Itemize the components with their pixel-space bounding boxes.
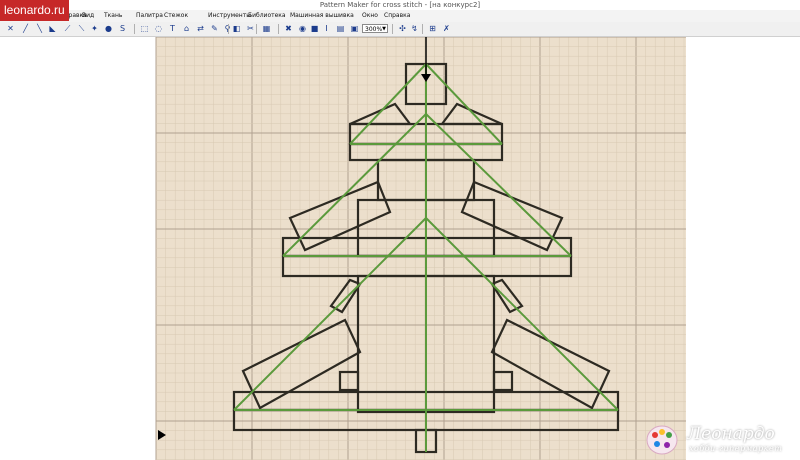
toolbar-separator [228, 24, 229, 34]
toolbar-separator [134, 24, 135, 34]
menu-palette[interactable]: Палитра [136, 10, 163, 22]
leonardo-watermark: Леонардо хобби-гипермаркет [643, 422, 800, 460]
text-icon[interactable]: T [168, 24, 177, 33]
full-grid-icon[interactable]: ⊞ [428, 24, 437, 33]
center-icon[interactable]: ✣ [398, 24, 407, 33]
title-bar: Pattern Maker for cross stitch - [на кон… [0, 0, 800, 10]
bead-icon[interactable]: ● [104, 24, 113, 33]
pattern-canvas[interactable] [0, 37, 800, 460]
menu-view[interactable]: Вид [82, 10, 94, 22]
menu-stitch[interactable]: Стежок [164, 10, 188, 22]
quarter-stitch-icon[interactable]: ╲ [35, 24, 44, 33]
menu-tools[interactable]: Инструменты [208, 10, 251, 22]
fabric-area [156, 37, 686, 460]
special-stitch-icon[interactable]: S [118, 24, 127, 33]
color-swatch-icon[interactable]: ◧ [232, 24, 241, 33]
stitch-view-icon[interactable]: ✖ [284, 24, 293, 33]
select-rect-icon[interactable]: ⬚ [140, 24, 149, 33]
zoom-value: 300% [365, 26, 383, 33]
half-stitch-icon[interactable]: ╱ [21, 24, 30, 33]
toolbar-separator [278, 24, 279, 34]
grid-toggle-icon[interactable]: ▦ [262, 24, 271, 33]
watermark-subtitle: хобби-гипермаркет [689, 444, 783, 453]
toolbar-separator [392, 24, 393, 34]
palette-edit-icon[interactable]: ✂ [246, 24, 255, 33]
page-view-icon[interactable]: ▤ [336, 24, 345, 33]
leonardo-logo: leonardo.ru [0, 0, 69, 21]
toolbar-separator [256, 24, 257, 34]
menu-fabric[interactable]: Ткань [104, 10, 122, 22]
zoom-select[interactable]: 300% ▼ [362, 24, 388, 33]
hand-palette-icon [646, 425, 678, 455]
chevron-down-icon: ▼ [382, 26, 386, 32]
french-knot-icon[interactable]: ✦ [90, 24, 99, 33]
long-stitch-icon[interactable]: ⟍ [77, 24, 86, 33]
menu-library[interactable]: Библиотека [248, 10, 286, 22]
block-view-icon[interactable]: ■ [310, 24, 319, 33]
menu-help[interactable]: Справка [384, 10, 410, 22]
select-lasso-icon[interactable]: ◌ [154, 24, 163, 33]
toolbar: 300% ▼ ✕╱╲◣⟋⟍✦●S⬚◌T⌂⇄✎⚲◧✂▦✖◉■I▤▣✣↯⊞✗ [0, 22, 800, 37]
pan-icon[interactable]: ↯ [410, 24, 419, 33]
full-stitch-icon[interactable]: ✕ [6, 24, 15, 33]
preview-icon[interactable]: ▣ [350, 24, 359, 33]
watermark-brand: Леонардо [687, 424, 775, 444]
three-quarter-stitch-icon[interactable]: ◣ [48, 24, 57, 33]
menu-bar: ФайлПравкаВидТканьПалитраСтежокИнструмен… [0, 10, 800, 22]
fill-icon[interactable]: ⌂ [182, 24, 191, 33]
line-view-icon[interactable]: I [322, 24, 331, 33]
backstitch-icon[interactable]: ⟋ [63, 24, 72, 33]
eyedropper-icon[interactable]: ✎ [210, 24, 219, 33]
menu-machine[interactable]: Машинная вышивка [290, 10, 354, 22]
replace-icon[interactable]: ⇄ [196, 24, 205, 33]
pattern-workspace [0, 37, 800, 460]
toolbar-separator [422, 24, 423, 34]
clear-icon[interactable]: ✗ [442, 24, 451, 33]
symbol-view-icon[interactable]: ◉ [298, 24, 307, 33]
window-title: Pattern Maker for cross stitch - [на кон… [319, 1, 481, 9]
menu-window[interactable]: Окно [362, 10, 378, 22]
